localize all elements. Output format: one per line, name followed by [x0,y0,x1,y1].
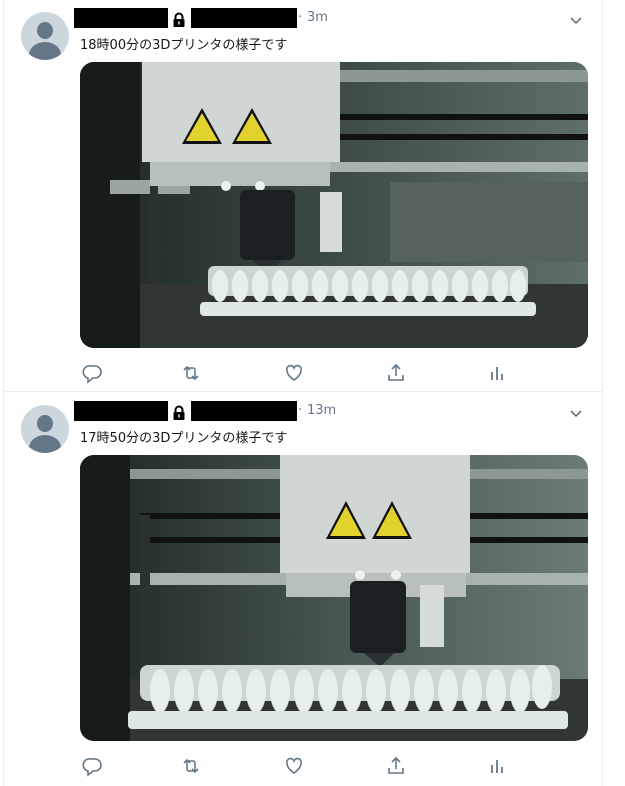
redacted-display-name [74,401,168,421]
share-icon[interactable] [385,362,407,384]
tweet-photo[interactable] [80,62,588,348]
redacted-handle [191,8,297,28]
chevron-down-icon[interactable] [568,12,584,28]
like-icon[interactable] [283,362,305,384]
tweet-photo[interactable] [80,455,588,741]
avatar-head-shape [37,415,53,432]
tweet-actions [80,755,503,779]
retweet-icon[interactable] [180,755,202,777]
tweet[interactable]: · 3m 18時00分の3Dプリンタの様子です [4,0,602,392]
timeline: · 3m 18時00分の3Dプリンタの様子です · 13m 17時50分の3Dプ… [3,0,603,786]
analytics-icon[interactable] [486,362,508,384]
like-icon[interactable] [283,755,305,777]
retweet-icon[interactable] [180,362,202,384]
tweet-actions [80,362,503,386]
tweet-separator: · [298,10,303,25]
tweet-timestamp[interactable]: 3m [307,10,328,25]
reply-icon[interactable] [82,755,104,777]
tweet-text: 18時00分の3Dプリンタの様子です [80,38,288,53]
reply-icon[interactable] [82,362,104,384]
tweet-text: 17時50分の3Dプリンタの様子です [80,431,288,446]
redacted-display-name [74,8,168,28]
lock-icon [173,405,185,420]
tweet-timestamp[interactable]: 13m [307,403,336,418]
analytics-icon[interactable] [486,755,508,777]
printer-photo-image [80,455,588,741]
avatar[interactable] [21,405,69,453]
share-icon[interactable] [385,755,407,777]
redacted-handle [191,401,297,421]
tweet-separator: · [298,403,303,418]
lock-icon [173,12,185,27]
avatar-head-shape [37,22,53,39]
avatar-body-shape [29,435,61,453]
tweet[interactable]: · 13m 17時50分の3Dプリンタの様子です [4,393,602,786]
avatar-body-shape [29,42,61,60]
chevron-down-icon[interactable] [568,405,584,421]
avatar[interactable] [21,12,69,60]
printer-photo-image [80,62,588,348]
